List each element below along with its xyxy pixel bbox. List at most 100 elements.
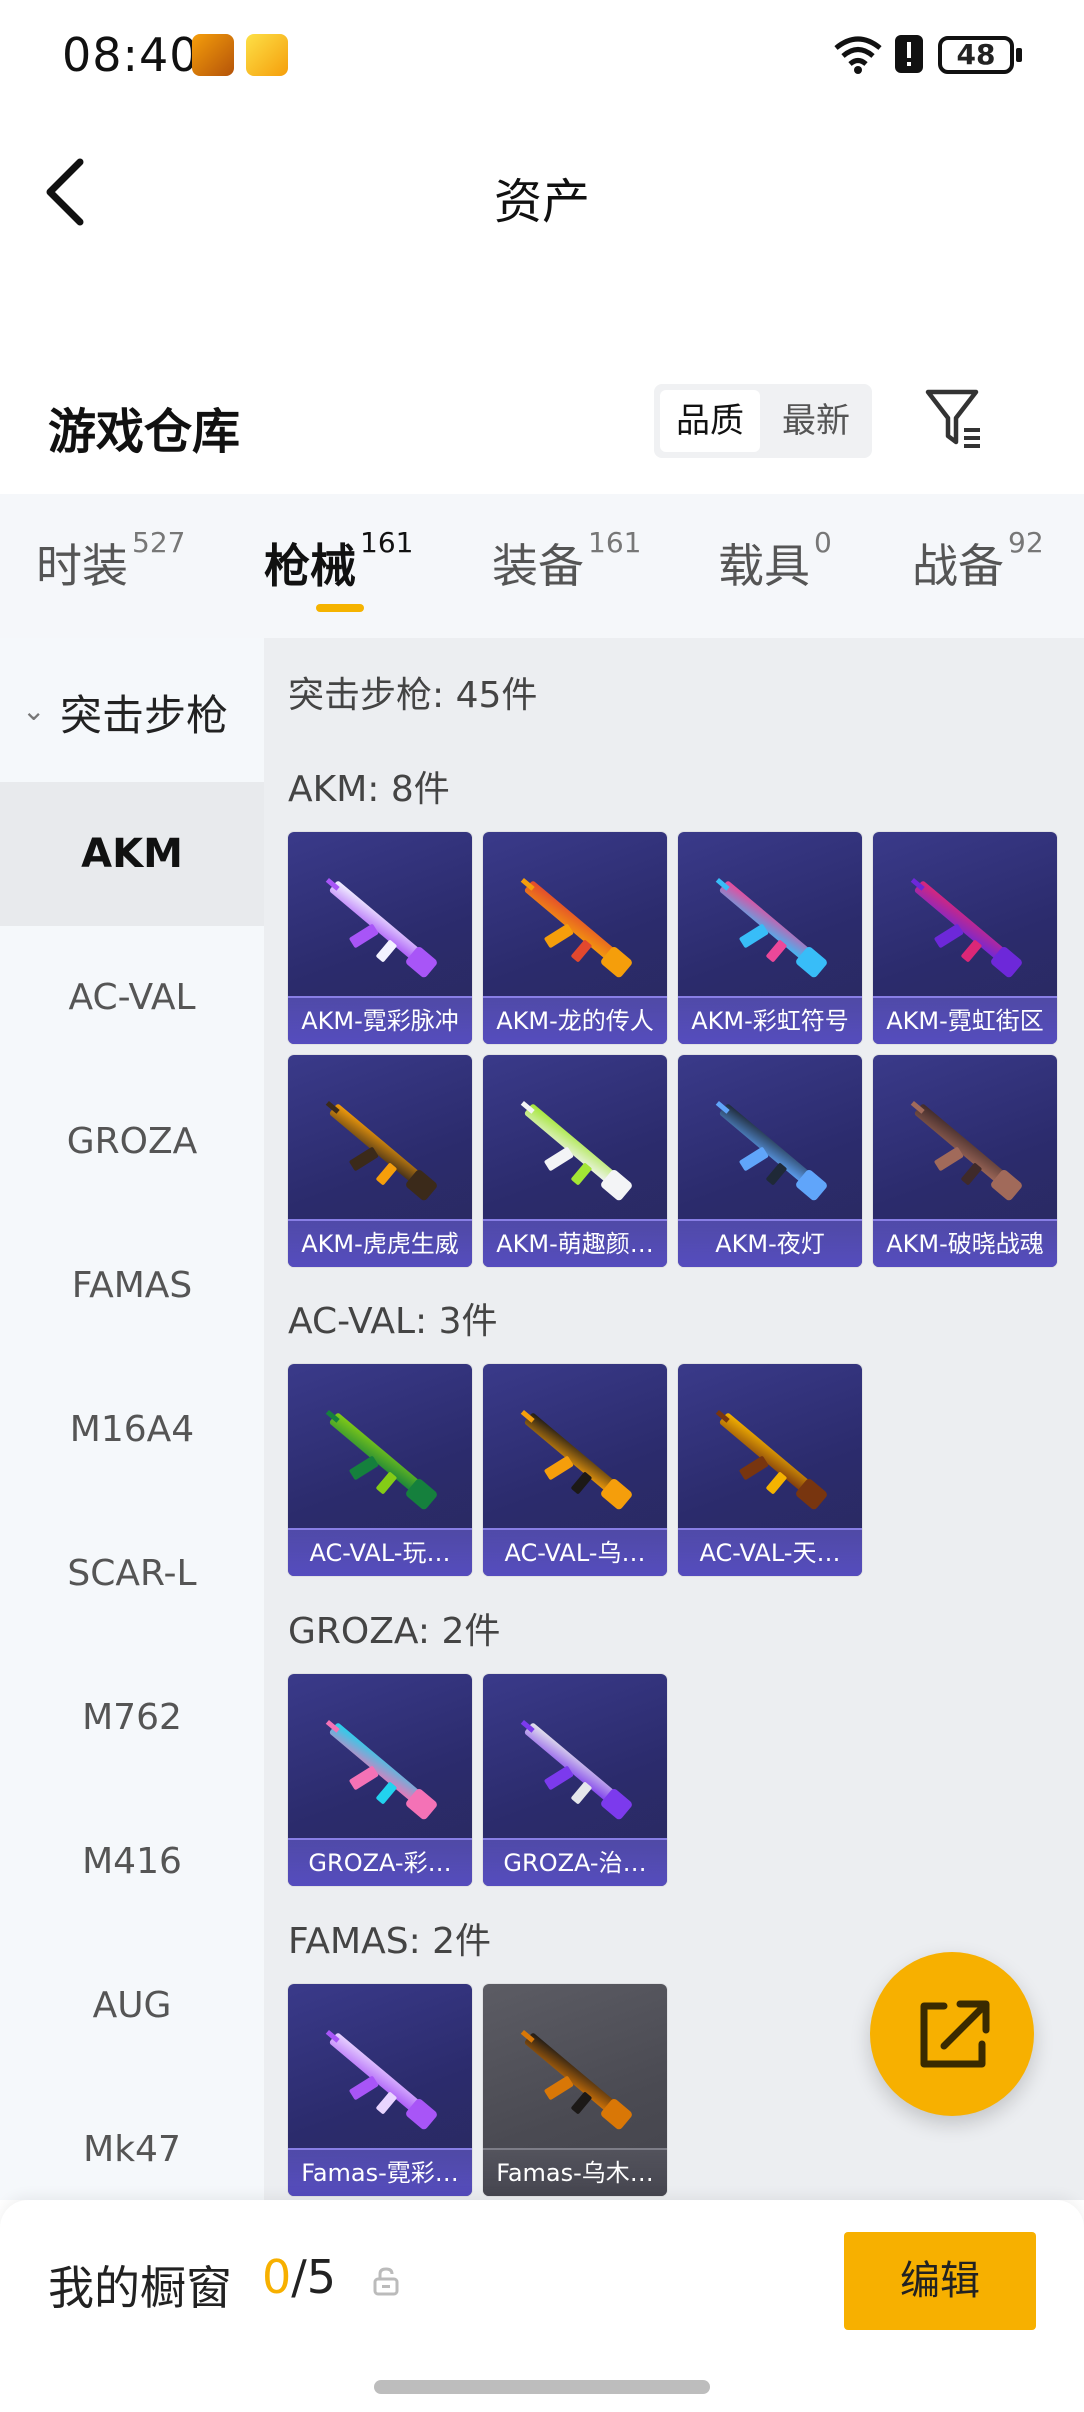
- gun-skin-icon: [325, 877, 437, 978]
- battery-icon: 48: [938, 36, 1014, 74]
- item-name: AC-VAL-玩…: [288, 1528, 472, 1576]
- gun-skin-icon: [325, 1719, 437, 1820]
- tab-count: 161: [360, 526, 414, 559]
- tab-count: 0: [814, 526, 832, 559]
- active-tab-indicator: [316, 604, 364, 612]
- share-icon: [920, 2000, 990, 2068]
- tab-fashion[interactable]: 时装 527: [36, 526, 185, 600]
- filter-icon: [925, 389, 980, 448]
- tab-count: 161: [588, 526, 642, 559]
- item-card[interactable]: AKM-龙的传人: [483, 832, 667, 1044]
- game-app-icon-2: [246, 34, 288, 76]
- gun-skin-icon: [910, 877, 1022, 978]
- status-bar: 08:40 48: [0, 0, 1084, 110]
- sidebar-category-label: 突击步枪: [60, 691, 229, 740]
- item-name: AC-VAL-乌…: [483, 1528, 667, 1576]
- sidebar-item-m762[interactable]: M762: [0, 1646, 264, 1790]
- game-app-icon: [192, 34, 234, 76]
- lock-icon: [373, 2267, 399, 2296]
- sidebar-item-ac-val[interactable]: AC-VAL: [0, 926, 264, 1070]
- group-title-akm: AKM: 8件: [288, 769, 450, 810]
- tab-label: 载具: [718, 539, 810, 593]
- tab-equipment[interactable]: 装备 161: [492, 526, 641, 600]
- sidebar-item-akm[interactable]: AKM: [0, 782, 264, 926]
- filter-button[interactable]: [920, 384, 990, 454]
- warehouse-title: 游戏仓库: [48, 404, 241, 460]
- gun-skin-icon: [520, 877, 632, 978]
- item-card[interactable]: AC-VAL-乌…: [483, 1364, 667, 1576]
- item-name: Famas-霓彩…: [288, 2148, 472, 2196]
- item-card[interactable]: AKM-萌趣颜…: [483, 1055, 667, 1267]
- item-name: AKM-霓虹街区: [873, 996, 1057, 1044]
- item-card[interactable]: AC-VAL-天…: [678, 1364, 862, 1576]
- sidebar-item-famas[interactable]: FAMAS: [0, 1214, 264, 1358]
- gun-skin-icon: [715, 1409, 827, 1510]
- item-name: GROZA-彩…: [288, 1838, 472, 1886]
- item-name: AC-VAL-天…: [678, 1528, 862, 1576]
- gun-skin-icon: [715, 877, 827, 978]
- gun-skin-icon: [520, 1409, 632, 1510]
- showcase-current: 0: [262, 2250, 292, 2304]
- tab-label: 枪械: [264, 539, 356, 593]
- item-card[interactable]: AKM-霓彩脉冲: [288, 832, 472, 1044]
- showcase-title: 我的橱窗: [48, 2261, 232, 2315]
- item-name: AKM-龙的传人: [483, 996, 667, 1044]
- item-card[interactable]: GROZA-治…: [483, 1674, 667, 1886]
- sidebar-item-scar-l[interactable]: SCAR-L: [0, 1502, 264, 1646]
- item-card[interactable]: AKM-破晓战魂: [873, 1055, 1057, 1267]
- home-indicator[interactable]: [374, 2380, 710, 2394]
- tab-label: 时装: [36, 539, 128, 593]
- gun-skin-icon: [325, 1409, 437, 1510]
- sort-latest-button[interactable]: 最新: [766, 390, 866, 452]
- item-name: AKM-夜灯: [678, 1219, 862, 1267]
- sort-toggle: 品质 最新: [654, 384, 872, 458]
- gun-skin-icon: [715, 1100, 827, 1201]
- gun-skin-icon: [910, 1100, 1022, 1201]
- status-time: 08:40: [62, 28, 200, 82]
- group-title-famas: FAMAS: 2件: [288, 1921, 492, 1962]
- item-card[interactable]: AKM-彩虹符号: [678, 832, 862, 1044]
- tab-vehicles[interactable]: 载具 0: [718, 526, 832, 600]
- item-name: AKM-彩虹符号: [678, 996, 862, 1044]
- showcase-count: 0/5: [262, 2250, 336, 2304]
- sidebar-item-aug[interactable]: AUG: [0, 1934, 264, 2078]
- showcase-max: 5: [306, 2250, 337, 2304]
- gun-skin-icon: [325, 1100, 437, 1201]
- sidebar-item-m16a4[interactable]: M16A4: [0, 1358, 264, 1502]
- battery-nub: [1016, 48, 1022, 62]
- alert-icon: [895, 35, 923, 73]
- gun-skin-icon: [520, 1100, 632, 1201]
- sidebar-item-groza[interactable]: GROZA: [0, 1070, 264, 1214]
- category-tabs: 时装 527 枪械 161 装备 161 载具 0 战备 92: [0, 494, 1084, 638]
- tab-label: 战备: [912, 539, 1004, 593]
- sidebar-category[interactable]: ⌄ 突击步枪: [0, 638, 264, 782]
- gun-skin-icon: [325, 2029, 437, 2130]
- tab-guns[interactable]: 枪械 161: [264, 526, 413, 600]
- item-name: AKM-萌趣颜…: [483, 1219, 667, 1267]
- item-card[interactable]: AKM-霓虹街区: [873, 832, 1057, 1044]
- share-button[interactable]: [870, 1952, 1034, 2116]
- category-summary: 突击步枪: 45件: [288, 675, 538, 716]
- item-card[interactable]: GROZA-彩…: [288, 1674, 472, 1886]
- page-title: 资产: [493, 174, 590, 230]
- item-card[interactable]: AKM-夜灯: [678, 1055, 862, 1267]
- item-card[interactable]: AC-VAL-玩…: [288, 1364, 472, 1576]
- sidebar-item-m416[interactable]: M416: [0, 1790, 264, 1934]
- tab-count: 527: [132, 526, 186, 559]
- weapon-sidebar: ⌄ 突击步枪 AKM AC-VAL GROZA FAMAS M16A4 SCAR…: [0, 638, 264, 2200]
- tab-count: 92: [1008, 526, 1044, 559]
- sort-quality-button[interactable]: 品质: [660, 390, 760, 452]
- item-name: AKM-霓彩脉冲: [288, 996, 472, 1044]
- edit-button[interactable]: 编辑: [844, 2232, 1036, 2330]
- tab-supplies[interactable]: 战备 92: [912, 526, 1044, 600]
- group-title-groza: GROZA: 2件: [288, 1611, 501, 1652]
- showcase-separator: /: [291, 2250, 307, 2304]
- item-name: AKM-虎虎生威: [288, 1219, 472, 1267]
- gun-skin-icon: [520, 1719, 632, 1820]
- item-card[interactable]: Famas-霓彩…: [288, 1984, 472, 2196]
- chevron-down-icon: ⌄: [22, 694, 46, 727]
- item-card[interactable]: AKM-虎虎生威: [288, 1055, 472, 1267]
- item-name: GROZA-治…: [483, 1838, 667, 1886]
- tab-label: 装备: [492, 539, 584, 593]
- item-card[interactable]: Famas-乌木…: [483, 1984, 667, 2196]
